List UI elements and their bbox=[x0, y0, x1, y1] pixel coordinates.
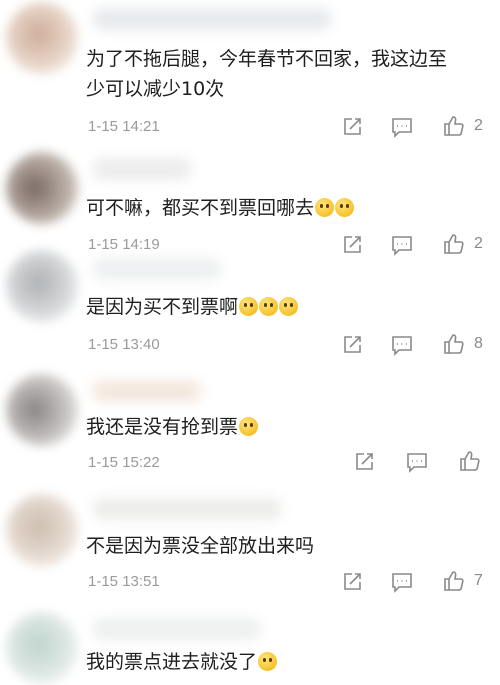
grin-face-emoji bbox=[239, 417, 259, 436]
comment-text-content: 是因为买不到票啊 bbox=[86, 296, 239, 318]
comment-text: 我还是没有抢到票 bbox=[86, 412, 486, 442]
comment-text: 可不嘛，都买不到票回哪去 bbox=[86, 193, 486, 223]
crying-face-emoji bbox=[315, 198, 335, 217]
comment-text-content: 不是因为票没全部放出来吗 bbox=[86, 535, 315, 557]
comment-text: 我的票点进去就没了 bbox=[86, 647, 486, 677]
sad-face-emoji bbox=[259, 297, 279, 316]
comment-text: 不是因为票没全部放出来吗 bbox=[86, 531, 486, 561]
timestamp: 1-15 14:19 bbox=[88, 236, 160, 253]
sad-face-emoji bbox=[279, 297, 299, 316]
comment-icon[interactable] bbox=[390, 115, 414, 139]
username-blurred[interactable] bbox=[92, 618, 262, 640]
username-blurred[interactable] bbox=[92, 258, 222, 280]
share-icon[interactable] bbox=[340, 233, 364, 257]
comment-icon[interactable] bbox=[390, 333, 414, 357]
timestamp: 1-15 14:21 bbox=[88, 118, 160, 135]
username-blurred[interactable] bbox=[92, 380, 202, 402]
share-icon[interactable] bbox=[352, 450, 376, 474]
like-count: 2 bbox=[474, 235, 483, 252]
like-icon[interactable] bbox=[458, 449, 482, 473]
avatar[interactable] bbox=[6, 374, 78, 446]
like-count: 7 bbox=[474, 572, 483, 589]
comment-icon[interactable] bbox=[405, 450, 429, 474]
avatar[interactable] bbox=[6, 494, 78, 566]
username-blurred[interactable] bbox=[92, 498, 282, 520]
timestamp: 1-15 13:40 bbox=[88, 336, 160, 353]
avatar[interactable] bbox=[6, 152, 78, 224]
comment-text-line-1: 为了不拖后腿，今年春节不回家，我这边至 bbox=[86, 48, 448, 70]
like-icon[interactable] bbox=[442, 332, 466, 356]
timestamp: 1-15 15:22 bbox=[88, 454, 160, 471]
like-count: 8 bbox=[474, 335, 483, 352]
timestamp: 1-15 13:51 bbox=[88, 573, 160, 590]
comment-icon[interactable] bbox=[390, 570, 414, 594]
like-count: 2 bbox=[474, 117, 483, 134]
comment-text-line-2: 少可以减少10次 bbox=[86, 78, 225, 100]
like-icon[interactable] bbox=[442, 232, 466, 256]
crying-face-emoji bbox=[335, 198, 355, 217]
avatar[interactable] bbox=[6, 612, 78, 684]
comment-text: 是因为买不到票啊 bbox=[86, 292, 486, 322]
share-icon[interactable] bbox=[340, 115, 364, 139]
grin-face-emoji bbox=[258, 652, 278, 671]
avatar[interactable] bbox=[6, 250, 78, 322]
sad-face-emoji bbox=[239, 297, 259, 316]
comment-text-content: 我还是没有抢到票 bbox=[86, 416, 239, 438]
username-blurred[interactable] bbox=[92, 8, 332, 30]
like-icon[interactable] bbox=[442, 569, 466, 593]
share-icon[interactable] bbox=[340, 570, 364, 594]
comment-text-content: 可不嘛，都买不到票回哪去 bbox=[86, 197, 315, 219]
avatar[interactable] bbox=[6, 2, 78, 74]
comment-text-content: 我的票点进去就没了 bbox=[86, 651, 258, 673]
username-blurred[interactable] bbox=[92, 158, 192, 180]
like-icon[interactable] bbox=[442, 114, 466, 138]
comment-text: 为了不拖后腿，今年春节不回家，我这边至 少可以减少10次 bbox=[86, 44, 486, 104]
comment-icon[interactable] bbox=[390, 233, 414, 257]
share-icon[interactable] bbox=[340, 333, 364, 357]
